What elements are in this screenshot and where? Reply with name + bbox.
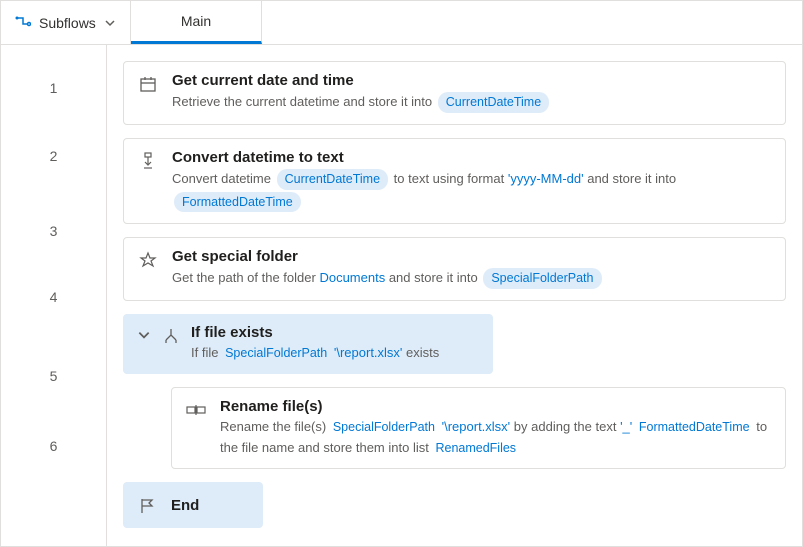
action-title: If file exists (191, 324, 479, 341)
action-title: End (171, 497, 199, 514)
line-number-gutter: 1 2 3 4 5 6 (1, 45, 107, 546)
tab-main[interactable]: Main (131, 1, 262, 44)
action-convert-datetime-text[interactable]: Convert datetime to text Convert datetim… (123, 138, 786, 225)
action-desc: Convert datetime CurrentDateTime to text… (172, 168, 771, 214)
variable-chip[interactable]: SpecialFolderPath (332, 418, 436, 437)
action-title: Get special folder (172, 248, 771, 265)
folder-link[interactable]: Documents (319, 270, 385, 285)
variable-chip[interactable]: FormattedDateTime (638, 418, 751, 437)
action-end[interactable]: End (123, 482, 263, 528)
line-number: 3 (1, 197, 106, 264)
convert-icon (138, 151, 158, 171)
line-number: 5 (1, 330, 106, 422)
variable-chip[interactable]: SpecialFolderPath (483, 268, 601, 289)
line-number: 2 (1, 115, 106, 197)
variable-chip[interactable]: CurrentDateTime (438, 92, 549, 113)
action-desc: Get the path of the folder Documents and… (172, 267, 771, 290)
action-title: Get current date and time (172, 72, 771, 89)
action-rename-files[interactable]: Rename file(s) Rename the file(s) Specia… (171, 387, 786, 470)
flag-icon (137, 496, 157, 516)
chevron-down-icon (104, 17, 116, 29)
line-number: 4 (1, 264, 106, 330)
chevron-down-icon[interactable] (137, 328, 151, 342)
subflows-icon (15, 15, 31, 31)
action-title: Convert datetime to text (172, 149, 771, 166)
variable-chip[interactable]: RenamedFiles (434, 439, 517, 458)
action-desc: If file SpecialFolderPath '\report.xlsx'… (191, 343, 479, 364)
rename-icon (186, 400, 206, 420)
variable-chip[interactable]: SpecialFolderPath (224, 344, 328, 363)
subflows-dropdown[interactable]: Subflows (1, 1, 131, 44)
action-desc: Retrieve the current datetime and store … (172, 91, 771, 114)
tab-label: Main (181, 13, 211, 29)
action-title: Rename file(s) (220, 398, 771, 415)
action-if-file-exists[interactable]: If file exists If file SpecialFolderPath… (123, 314, 493, 374)
line-number: 1 (1, 61, 106, 115)
action-get-current-datetime[interactable]: Get current date and time Retrieve the c… (123, 61, 786, 125)
subflows-label: Subflows (39, 15, 96, 31)
branch-icon (161, 326, 181, 346)
calendar-icon (138, 74, 158, 94)
variable-chip[interactable]: FormattedDateTime (174, 192, 301, 213)
variable-chip[interactable]: CurrentDateTime (277, 169, 388, 190)
star-icon (138, 250, 158, 270)
action-desc: Rename the file(s) SpecialFolderPath '\r… (220, 417, 771, 459)
action-get-special-folder[interactable]: Get special folder Get the path of the f… (123, 237, 786, 301)
line-number: 6 (1, 422, 106, 470)
